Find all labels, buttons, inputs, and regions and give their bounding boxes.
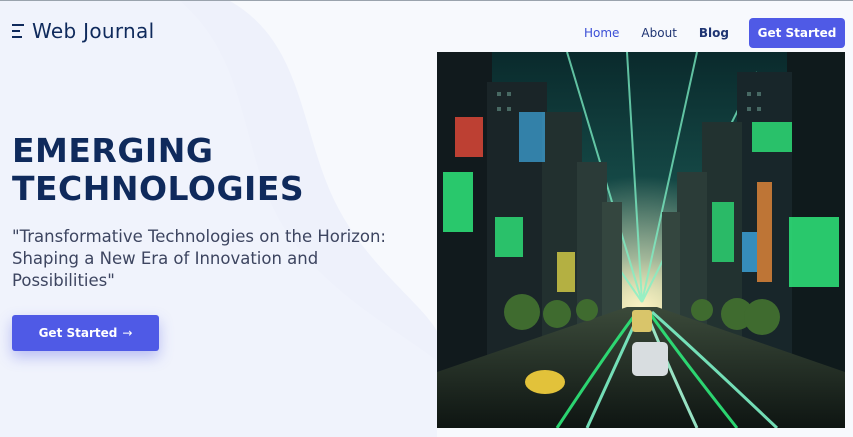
menu-lines-icon [12, 24, 24, 38]
get-started-hero-button[interactable]: Get Started → [12, 315, 159, 351]
nav-about[interactable]: About [641, 26, 676, 40]
hero-title: EMERGING TECHNOLOGIES [12, 132, 412, 208]
nav-home[interactable]: Home [584, 26, 619, 40]
hero-button-label: Get Started [38, 326, 118, 340]
logo[interactable]: Web Journal [12, 19, 154, 43]
main-nav: Home About Blog Get Started [584, 18, 845, 48]
city-illustration [437, 52, 845, 428]
hero-image [437, 52, 845, 428]
hero-title-line-2: TECHNOLOGIES [12, 169, 305, 208]
logo-text: Web Journal [32, 19, 155, 43]
get-started-nav-button[interactable]: Get Started [749, 18, 845, 48]
nav-blog[interactable]: Blog [699, 26, 729, 40]
arrow-right-icon: → [122, 326, 133, 340]
hero-title-line-1: EMERGING [12, 131, 214, 170]
hero-subtitle: "Transformative Technologies on the Hori… [12, 227, 386, 290]
